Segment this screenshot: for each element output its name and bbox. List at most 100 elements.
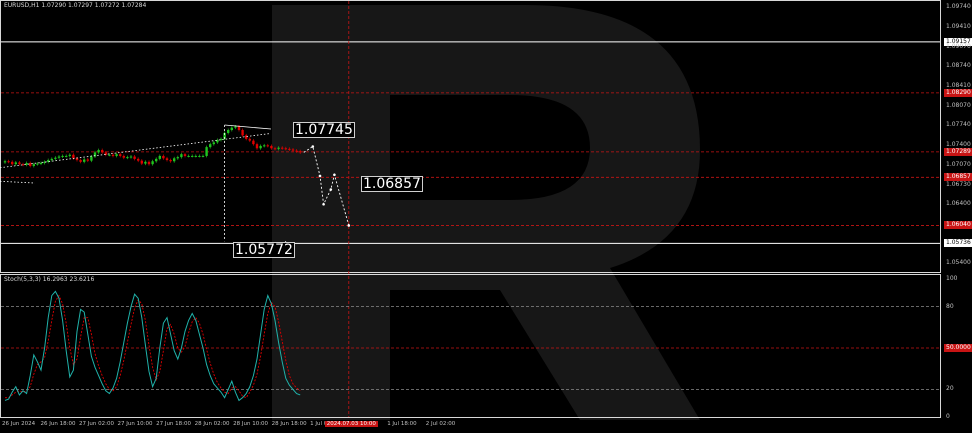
candle-body bbox=[277, 147, 280, 149]
candle-body bbox=[111, 154, 115, 156]
candle-body bbox=[198, 155, 201, 157]
stoch-layer bbox=[4, 290, 301, 402]
stoch-axis-label: 100 bbox=[946, 275, 958, 282]
candle-body bbox=[119, 154, 122, 156]
chart-canvas bbox=[0, 0, 941, 420]
candle-body bbox=[36, 163, 39, 165]
time-axis-label: 2 Jul 02:00 bbox=[425, 421, 456, 427]
candle-body bbox=[266, 145, 269, 147]
candle-body bbox=[183, 154, 187, 156]
symbol-info: EURUSD,H1 1.07290 1.07297 1.07272 1.0728… bbox=[4, 2, 147, 9]
stoch-axis-label: 20 bbox=[946, 385, 954, 393]
candle-body bbox=[101, 150, 104, 153]
forecast-point bbox=[329, 188, 333, 191]
candles-layer bbox=[3, 125, 302, 168]
trend-line-upper bbox=[0, 133, 271, 169]
candle-body bbox=[65, 155, 68, 157]
time-axis-label: 28 Jun 02:00 bbox=[194, 421, 230, 427]
candle-body bbox=[234, 126, 237, 128]
time-axis-label: 27 Jun 02:00 bbox=[79, 421, 114, 427]
candle-body bbox=[209, 144, 212, 148]
price-axis-label: 1.09070 bbox=[946, 42, 971, 50]
price-axis-label: 1.09740 bbox=[946, 3, 971, 11]
candle-body bbox=[39, 163, 43, 165]
candle-body bbox=[115, 154, 118, 156]
candle-body bbox=[191, 155, 194, 157]
candle-body bbox=[158, 155, 161, 159]
candle-body bbox=[79, 160, 82, 162]
candle-body bbox=[201, 155, 205, 157]
forecast-point bbox=[318, 174, 322, 178]
candle-body bbox=[122, 155, 125, 158]
candle-body bbox=[57, 156, 61, 158]
candle-body bbox=[273, 148, 277, 150]
candle-body bbox=[248, 138, 251, 141]
candle-body bbox=[299, 151, 302, 153]
stoch-info: Stoch(5,3,3) 16.2963 23.6216 bbox=[4, 276, 95, 283]
watermark-logo bbox=[272, 5, 700, 420]
time-axis-label: 26 Jun 18:00 bbox=[40, 421, 76, 427]
candle-body bbox=[281, 147, 284, 149]
candle-body bbox=[83, 159, 86, 162]
candle-body bbox=[187, 155, 190, 157]
forecast-point bbox=[311, 145, 315, 148]
candle-body bbox=[7, 161, 10, 163]
candle-body bbox=[129, 156, 133, 158]
time-axis-label: 28 Jun 10:00 bbox=[233, 421, 269, 427]
candle-body bbox=[176, 157, 179, 159]
candle-body bbox=[245, 135, 248, 139]
mid-annotation[interactable]: 1.06857 bbox=[361, 176, 423, 192]
candle-body bbox=[212, 142, 215, 145]
time-axis-label: 27 Jun 10:00 bbox=[117, 421, 153, 427]
candle-body bbox=[230, 127, 233, 131]
low-annotation[interactable]: 1.05772 bbox=[233, 242, 295, 258]
candle-body bbox=[263, 145, 266, 147]
candle-body bbox=[14, 162, 17, 165]
candle-body bbox=[11, 161, 14, 165]
candle-body bbox=[18, 162, 21, 165]
stoch-main-line bbox=[4, 290, 301, 402]
price-axis-label: 1.05400 bbox=[946, 259, 971, 267]
candle-body bbox=[75, 158, 79, 161]
candle-body bbox=[270, 145, 273, 149]
candle-body bbox=[140, 160, 143, 164]
price-axis-label: 1.07289 bbox=[944, 147, 972, 156]
candle-body bbox=[72, 154, 75, 159]
time-axis-label: 28 Jun 18:00 bbox=[271, 421, 307, 427]
stoch-axis-label: 50.0000 bbox=[944, 344, 972, 352]
candle-body bbox=[237, 126, 241, 131]
candle-body bbox=[54, 157, 57, 159]
candle-body bbox=[259, 145, 262, 149]
candle-body bbox=[180, 154, 183, 158]
trend-line-lower bbox=[0, 180, 36, 184]
candle-body bbox=[3, 161, 7, 163]
forecast-point bbox=[347, 224, 351, 227]
candle-body bbox=[133, 156, 136, 159]
candle-body bbox=[295, 150, 298, 152]
time-axis-label: 27 Jun 18:00 bbox=[156, 421, 192, 427]
candle-body bbox=[144, 161, 147, 164]
candle-body bbox=[50, 158, 53, 161]
candle-body bbox=[61, 155, 64, 157]
candle-body bbox=[173, 158, 176, 162]
candle-body bbox=[90, 156, 93, 161]
stoch-axis-label: 0 bbox=[946, 413, 950, 420]
candle-body bbox=[169, 160, 172, 162]
candle-body bbox=[86, 159, 89, 161]
high-annotation[interactable]: 1.07745 bbox=[293, 122, 355, 138]
time-axis-label: 26 Jun 2024 bbox=[2, 421, 36, 427]
candle-body bbox=[227, 130, 230, 133]
candle-body bbox=[288, 148, 291, 150]
candle-body bbox=[32, 164, 35, 166]
candle-body bbox=[97, 150, 100, 153]
price-axis-label: 1.08070 bbox=[946, 101, 971, 109]
stoch-axis-label: 80 bbox=[946, 302, 954, 310]
stoch-panel-border bbox=[0, 274, 941, 418]
price-axis-label: 1.07740 bbox=[946, 121, 971, 129]
price-axis-label: 1.07070 bbox=[946, 160, 971, 168]
candle-body bbox=[108, 154, 111, 156]
candle-body bbox=[29, 163, 32, 166]
price-axis-label: 1.08740 bbox=[946, 62, 971, 70]
price-axis-label: 1.06040 bbox=[944, 221, 972, 230]
candle-body bbox=[194, 155, 197, 157]
